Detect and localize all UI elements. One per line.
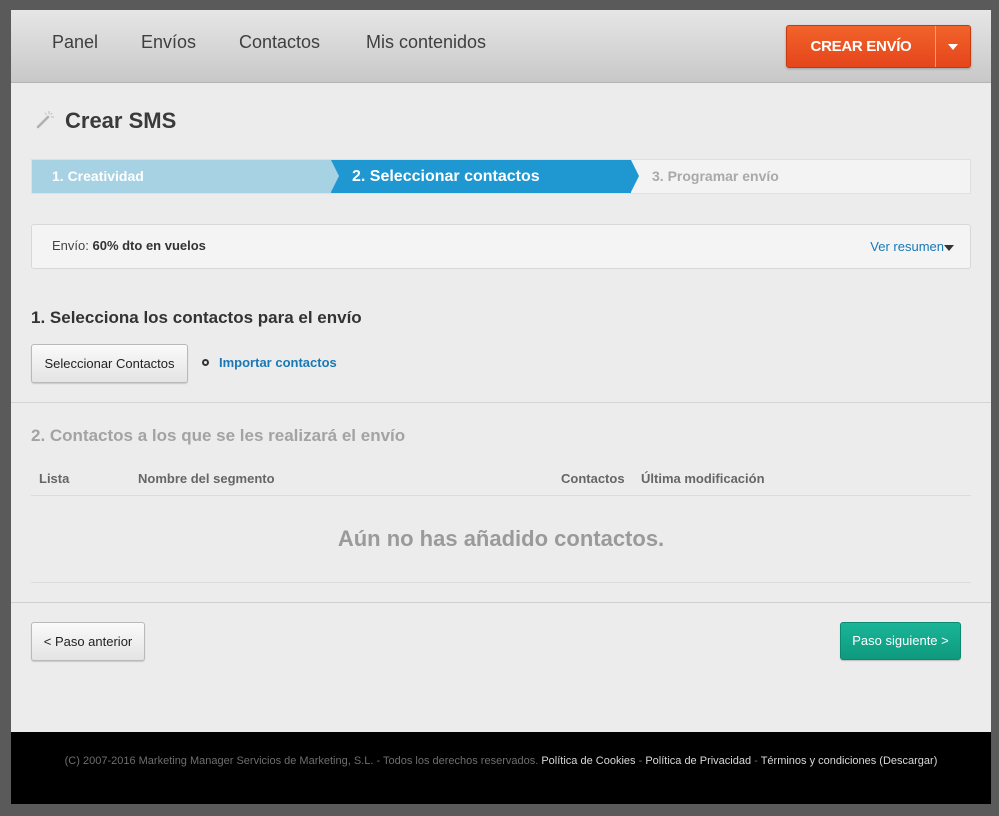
nav-mis-contenidos[interactable]: Mis contenidos <box>366 32 486 53</box>
envio-info: Envío: 60% dto en vuelos <box>52 238 206 253</box>
envio-name: 60% dto en vuelos <box>92 238 206 253</box>
terms-link[interactable]: Términos y condiciones (Descargar) <box>761 755 938 767</box>
envio-summary-box: Envío: 60% dto en vuelos Ver resumen <box>31 224 971 269</box>
privacy-policy-link[interactable]: Política de Privacidad <box>645 755 751 767</box>
column-header-ultima-modificacion: Última modificación <box>641 471 765 486</box>
nav-panel[interactable]: Panel <box>52 32 98 53</box>
step-creatividad[interactable]: 1. Creatividad <box>32 160 339 193</box>
table-header-divider <box>31 495 971 496</box>
select-contacts-button[interactable]: Seleccionar Contactos <box>31 344 188 383</box>
column-header-lista: Lista <box>39 471 70 486</box>
top-navigation-bar: Panel Envíos Contactos Mis contenidos CR… <box>11 10 991 83</box>
step-programar-envio: 3. Programar envío <box>652 168 779 184</box>
nav-envios[interactable]: Envíos <box>141 32 196 53</box>
nav-contactos[interactable]: Contactos <box>239 32 320 53</box>
next-step-button[interactable]: Paso siguiente > <box>840 622 961 660</box>
page-title: Crear SMS <box>65 108 177 133</box>
divider <box>11 402 991 403</box>
section-contacts-list-title: 2. Contactos a los que se les realizará … <box>31 426 406 445</box>
create-envio-button[interactable]: CREAR ENVÍO <box>786 25 971 68</box>
empty-table-message: Aún no has añadido contactos. <box>337 526 665 551</box>
footer-text: (C) 2007-2016 Marketing Manager Servicio… <box>11 755 991 767</box>
app-window: Panel Envíos Contactos Mis contenidos CR… <box>11 10 991 804</box>
previous-step-button[interactable]: < Paso anterior <box>31 622 145 661</box>
import-contacts-link[interactable]: Importar contactos <box>219 355 337 370</box>
column-header-nombre-segmento: Nombre del segmento <box>138 471 275 486</box>
chevron-down-icon[interactable] <box>936 26 970 67</box>
table-bottom-divider <box>31 582 971 583</box>
step-seleccionar-contactos: 2. Seleccionar contactos <box>331 160 639 193</box>
bullet-icon <box>202 359 209 366</box>
column-header-contactos: Contactos <box>561 471 625 486</box>
footer-copyright: (C) 2007-2016 Marketing Manager Servicio… <box>64 755 539 767</box>
cookies-policy-link[interactable]: Política de Cookies <box>541 755 635 767</box>
envio-label: Envío: <box>52 238 89 253</box>
footer: (C) 2007-2016 Marketing Manager Servicio… <box>11 732 991 804</box>
divider <box>11 602 991 603</box>
step-progress: 1. Creatividad 2. Seleccionar contactos … <box>31 159 971 194</box>
create-envio-label[interactable]: CREAR ENVÍO <box>787 26 935 67</box>
magic-wand-icon <box>36 111 54 129</box>
caret-down-icon[interactable] <box>944 245 954 251</box>
section-select-contacts-title: 1. Selecciona los contactos para el enví… <box>31 308 362 327</box>
ver-resumen-link[interactable]: Ver resumen <box>870 239 944 254</box>
